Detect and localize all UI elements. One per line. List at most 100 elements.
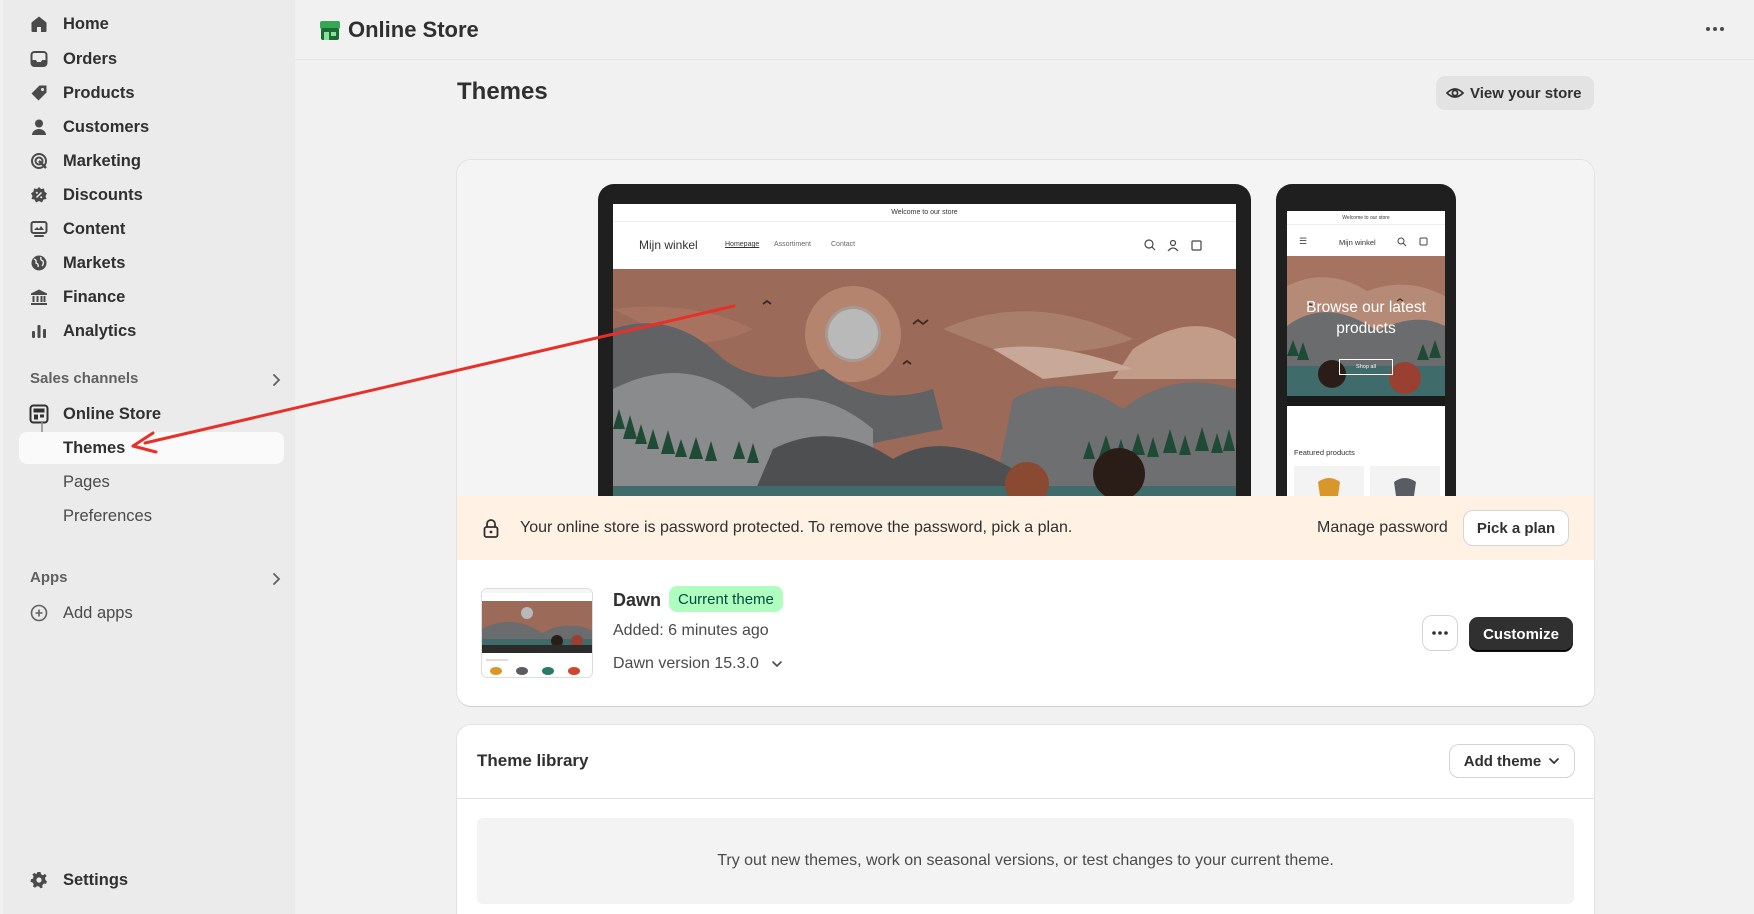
sidebar-item-orders[interactable]: Orders <box>19 43 284 75</box>
phone-hero-button: Shop all <box>1339 359 1393 375</box>
eye-icon <box>1445 84 1465 106</box>
store-header-icons <box>1144 239 1202 252</box>
laptop-screen: Welcome to our store Mijn winkel Homepag… <box>613 204 1236 496</box>
person-icon <box>29 117 49 137</box>
sidebar-item-content[interactable]: Content <box>19 213 284 245</box>
phone-product-thumbnails <box>1294 466 1440 496</box>
theme-thumbnail[interactable] <box>481 588 593 678</box>
top-bar: Online Store <box>295 0 1754 60</box>
sales-channels-header[interactable]: Sales channels <box>27 370 282 392</box>
globe-icon <box>29 253 49 273</box>
theme-library-card: Theme library Add theme Try out new them… <box>457 725 1594 914</box>
sidebar-item-pages[interactable]: Pages <box>19 466 284 498</box>
sidebar-item-label: Orders <box>63 49 118 68</box>
theme-version-toggle[interactable]: Dawn version 15.3.0 <box>613 655 783 673</box>
sidebar-item-settings[interactable]: Settings <box>19 864 284 896</box>
theme-name: Dawn <box>613 590 662 610</box>
sidebar-item-discounts[interactable]: Discounts <box>19 179 284 211</box>
bank-icon <box>29 287 49 307</box>
page-title: Themes <box>457 78 548 105</box>
pick-plan-button[interactable]: Pick a plan <box>1464 511 1568 545</box>
customize-button[interactable]: Customize <box>1469 617 1573 651</box>
divider <box>457 798 1594 799</box>
store-nav-homepage: Homepage <box>725 241 760 248</box>
password-banner: Your online store is password protected.… <box>457 496 1594 560</box>
view-store-button[interactable]: View your store <box>1436 76 1594 110</box>
sidebar-item-label: Add apps <box>63 603 133 622</box>
theme-library-empty-text: Try out new themes, work on seasonal ver… <box>717 852 1334 869</box>
sidebar-item-label: Online Store <box>63 404 162 423</box>
sidebar-item-label: Marketing <box>63 151 141 170</box>
phone-store-announcement: Welcome to our store <box>1287 211 1445 225</box>
inbox-icon <box>29 49 49 69</box>
phone-hero-text: Browse our latest products <box>1306 299 1426 337</box>
phone-mockup: Welcome to our store ☰ Mijn winkel Brows… <box>1276 184 1456 496</box>
sidebar-item-add-apps[interactable]: Add apps <box>19 597 284 629</box>
sidebar-item-analytics[interactable]: Analytics <box>19 315 284 347</box>
target-icon <box>29 151 49 171</box>
sidebar-item-customers[interactable]: Customers <box>19 111 284 143</box>
sales-channels-label: Sales channels <box>30 370 139 387</box>
content-icon <box>29 219 49 239</box>
sidebar-item-label: Products <box>63 83 135 102</box>
ellipsis-icon <box>1432 631 1448 635</box>
phone-screen: Welcome to our store ☰ Mijn winkel Brows… <box>1287 211 1445 496</box>
current-theme-badge: Current theme <box>669 586 783 612</box>
theme-library-empty-state: Try out new themes, work on seasonal ver… <box>477 818 1574 904</box>
more-actions-icon[interactable] <box>1702 16 1728 42</box>
theme-library-title: Theme library <box>477 751 589 770</box>
bar-chart-icon <box>29 321 49 341</box>
store-announcement: Welcome to our store <box>613 204 1236 222</box>
sidebar-item-markets[interactable]: Markets <box>19 247 284 279</box>
sidebar-item-label: Analytics <box>63 321 137 340</box>
app-window: Home Orders Products Customers Marketing… <box>0 0 1754 914</box>
hero-illustration <box>613 269 1236 496</box>
sidebar-item-label: Settings <box>63 870 129 889</box>
sidebar-item-label: Customers <box>63 117 150 136</box>
sidebar-item-themes[interactable]: Themes <box>19 432 284 464</box>
sidebar-item-marketing[interactable]: Marketing <box>19 145 284 177</box>
page-header-title: Online Store <box>348 17 479 42</box>
home-icon <box>29 14 49 34</box>
current-theme-row: Dawn Current theme Added: 6 minutes ago … <box>457 560 1594 706</box>
sidebar-item-label: Content <box>63 219 126 238</box>
store-nav-assortiment: Assortiment <box>774 241 811 248</box>
sidebar-item-label: Pages <box>63 472 110 491</box>
store-nav-contact: Contact <box>831 241 856 248</box>
sidebar-item-label: Markets <box>63 253 126 272</box>
apps-header[interactable]: Apps <box>27 569 282 591</box>
password-message: Your online store is password protected.… <box>520 519 1073 536</box>
sidebar-item-preferences[interactable]: Preferences <box>19 500 284 532</box>
sidebar-item-label: Discounts <box>63 185 143 204</box>
view-store-label: View your store <box>1470 85 1582 102</box>
add-theme-button[interactable]: Add theme <box>1450 745 1574 777</box>
phone-store-name: Mijn winkel <box>1339 238 1376 247</box>
discount-icon <box>29 185 49 205</box>
sidebar-item-finance[interactable]: Finance <box>19 281 284 313</box>
laptop-mockup: Welcome to our store Mijn winkel Homepag… <box>598 184 1251 496</box>
sidebar-item-label: Themes <box>63 438 126 457</box>
phone-featured-label: Featured products <box>1294 448 1355 457</box>
chevron-right-icon <box>270 373 282 392</box>
gear-icon <box>29 870 49 890</box>
theme-added-time: Added: 6 minutes ago <box>613 622 769 639</box>
add-theme-label: Add theme <box>1463 752 1542 770</box>
sidebar-item-home[interactable]: Home <box>19 8 284 40</box>
phone-header-icons <box>1397 237 1428 247</box>
sidebar-item-label: Home <box>63 14 109 33</box>
store-name: Mijn winkel <box>639 238 698 252</box>
current-theme-card: Welcome to our store Mijn winkel Homepag… <box>457 160 1594 706</box>
hamburger-icon: ☰ <box>1299 236 1308 246</box>
plus-circle-icon <box>29 603 49 623</box>
chevron-down-icon <box>1549 758 1560 765</box>
manage-password-link[interactable]: Manage password <box>1317 519 1448 537</box>
theme-preview[interactable]: Welcome to our store Mijn winkel Homepag… <box>457 160 1594 496</box>
store-icon <box>29 404 49 424</box>
chevron-right-icon <box>270 572 282 591</box>
sidebar-item-products[interactable]: Products <box>19 77 284 109</box>
theme-thumbnail-image <box>482 589 592 677</box>
sidebar-item-label: Finance <box>63 287 126 306</box>
online-store-logo-icon <box>319 19 341 46</box>
chevron-down-icon <box>772 660 783 667</box>
theme-more-actions-button[interactable] <box>1423 616 1457 650</box>
